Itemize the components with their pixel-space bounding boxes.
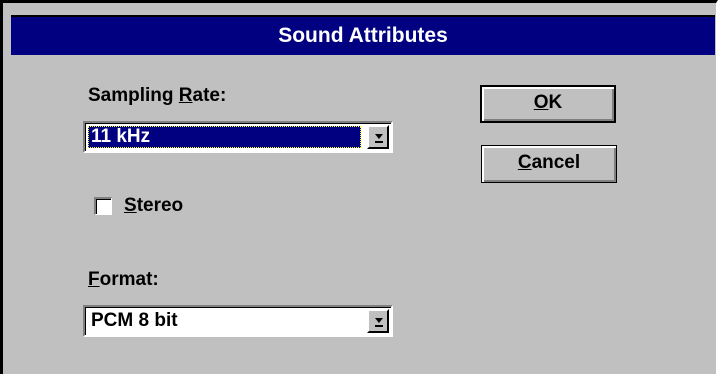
stereo-label[interactable]: Stereo <box>124 195 183 217</box>
ok-access-key: O <box>533 92 549 113</box>
sampling-rate-dropdown-button[interactable] <box>367 125 389 149</box>
sampling-rate-label-suffix: ate: <box>192 85 227 106</box>
sampling-rate-label-prefix: Sampling <box>88 85 179 106</box>
cancel-access-key: C <box>517 152 532 173</box>
sampling-rate-dropdown[interactable]: 11 kHz <box>83 121 393 153</box>
ok-button[interactable]: OK <box>480 85 616 123</box>
stereo-checkbox[interactable] <box>94 197 112 215</box>
sampling-rate-label: Sampling Rate: <box>88 85 226 107</box>
sampling-rate-value[interactable]: 11 kHz <box>88 126 361 148</box>
format-label-rest: ormat: <box>99 269 159 290</box>
sound-attributes-dialog: Sound Attributes Sampling Rate: 11 kHz S… <box>0 0 718 374</box>
dialog-title: Sound Attributes <box>278 24 448 47</box>
stereo-label-rest: tereo <box>136 195 184 216</box>
format-label: Format: <box>88 269 159 291</box>
title-bar[interactable]: Sound Attributes <box>11 15 715 55</box>
format-dropdown[interactable]: PCM 8 bit <box>83 305 393 337</box>
sampling-rate-access-key: R <box>178 85 193 106</box>
stereo-access-key: S <box>124 195 137 216</box>
format-dropdown-button[interactable] <box>367 309 389 333</box>
cancel-label-rest: ancel <box>531 152 581 173</box>
ok-label-rest: K <box>548 92 563 113</box>
format-access-key: F <box>88 269 100 290</box>
format-value[interactable]: PCM 8 bit <box>88 310 361 332</box>
cancel-button[interactable]: Cancel <box>481 145 617 183</box>
